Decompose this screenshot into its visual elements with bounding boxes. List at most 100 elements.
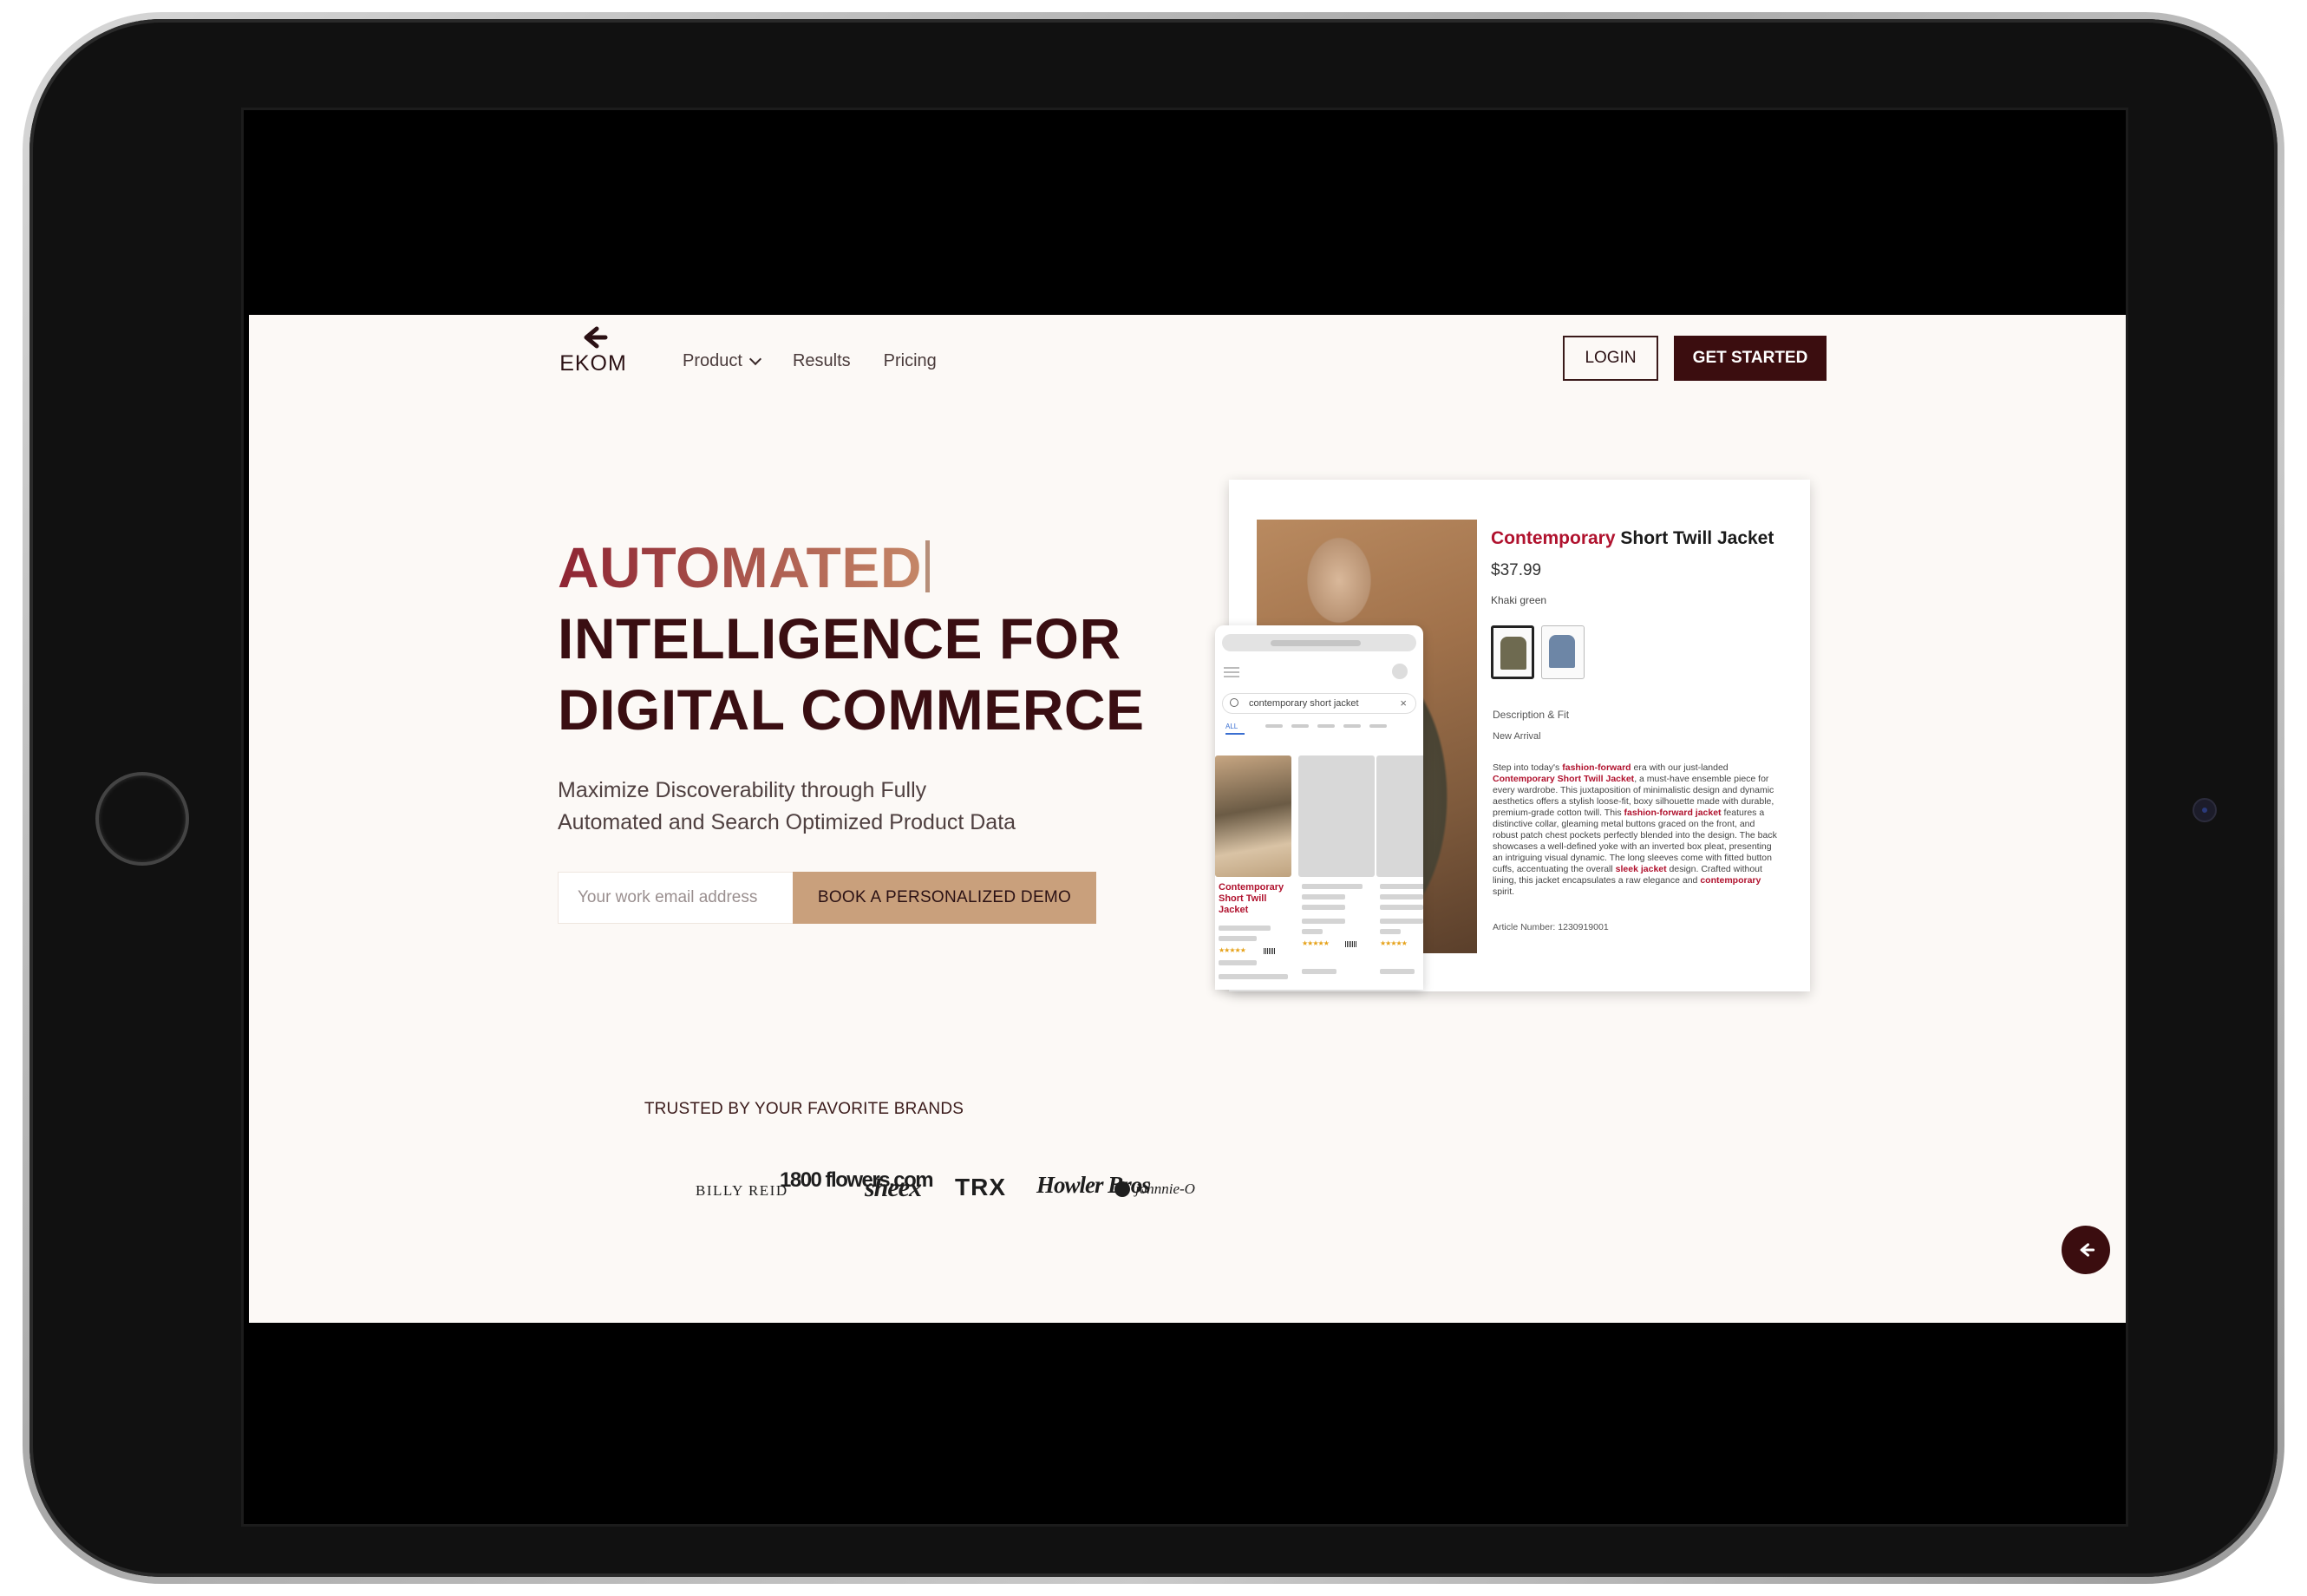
close-icon: ×	[1400, 697, 1407, 710]
get-started-button[interactable]: GET STARTED	[1674, 336, 1827, 381]
main-nav: Product Results Pricing	[683, 351, 937, 371]
desc-keyword: fashion-forward jacket	[1624, 808, 1722, 818]
jacket-thumbnail-icon	[1500, 637, 1526, 670]
phone-tab-all: ALL	[1225, 723, 1238, 730]
rating-stars: ★★★★★	[1302, 939, 1330, 947]
mockup-description-heading: Description & Fit	[1493, 709, 1570, 721]
hero-title-line3: DIGITAL COMMERCE	[558, 677, 1145, 742]
phone-status-bar	[1222, 634, 1416, 651]
search-result-card: ★★★★★	[1298, 755, 1375, 990]
hero-title: AUTOMATED INTELLIGENCE FOR DIGITAL COMME…	[558, 532, 1145, 745]
placeholder-line	[1380, 969, 1415, 974]
trusted-brands-heading: TRUSTED BY YOUR FAVORITE BRANDS	[644, 1100, 964, 1118]
mockup-article-number: Article Number: 1230919001	[1493, 922, 1609, 932]
tablet-bezel: EKOM Product Results Pricing LOGIN GET S	[29, 19, 2278, 1577]
desc-keyword: contemporary	[1700, 875, 1761, 886]
color-swatch-khaki	[1491, 625, 1534, 679]
placeholder-line	[1380, 894, 1423, 899]
nav-product-label: Product	[683, 351, 742, 370]
placeholder-line	[1380, 884, 1423, 889]
placeholder-line	[1380, 919, 1423, 924]
camera-icon	[2193, 798, 2217, 822]
chevron-down-icon	[748, 352, 762, 365]
menu-icon	[1224, 667, 1239, 677]
nav-product[interactable]: Product	[683, 351, 762, 371]
placeholder-line	[1219, 960, 1257, 965]
desc-keyword: Contemporary Short Twill Jacket	[1493, 774, 1635, 784]
phone-tab-placeholder	[1265, 724, 1283, 728]
mockup-new-arrival: New Arrival	[1493, 731, 1541, 742]
mobile-search-mockup: contemporary short jacket × ALL Contempo…	[1215, 625, 1423, 990]
mockup-color-name: Khaki green	[1491, 594, 1547, 606]
chat-launcher-button[interactable]	[2062, 1226, 2110, 1274]
placeholder-line	[1219, 936, 1257, 941]
ekom-logo-icon	[584, 326, 608, 349]
placeholder-line	[1380, 929, 1401, 934]
tablet-frame: EKOM Product Results Pricing LOGIN GET S	[23, 12, 2284, 1584]
desc-text: spirit.	[1493, 886, 1515, 897]
phone-search-query: contemporary short jacket	[1249, 698, 1359, 709]
nav-results[interactable]: Results	[793, 351, 851, 371]
desc-text: era with our just-landed	[1631, 762, 1729, 773]
placeholder-line	[1302, 894, 1345, 899]
jacket-thumbnail-icon	[1549, 635, 1575, 668]
book-demo-button[interactable]: BOOK A PERSONALIZED DEMO	[793, 872, 1096, 924]
search-icon	[1230, 698, 1238, 707]
mockup-product-title: Contemporary Short Twill Jacket	[1491, 528, 1774, 549]
search-result-card: Contemporary Short Twill Jacket ★★★★★	[1215, 755, 1291, 990]
hero-subtitle-line1: Maximize Discoverability through Fully	[558, 778, 927, 802]
phone-tab-underline	[1225, 733, 1245, 735]
placeholder-line	[1219, 974, 1288, 979]
phone-tab-placeholder	[1317, 724, 1335, 728]
hero-subtitle: Maximize Discoverability through Fully A…	[558, 775, 1095, 839]
brand-logo-johnnie-o: johnnie-O	[1114, 1181, 1195, 1198]
johnnie-o-mark-icon	[1114, 1181, 1130, 1197]
result-image	[1215, 755, 1291, 877]
mockup-title-accent: Contemporary	[1491, 528, 1616, 548]
rating-stars: ★★★★★	[1219, 946, 1246, 954]
placeholder-line	[1302, 905, 1345, 910]
login-button[interactable]: LOGIN	[1563, 336, 1658, 381]
placeholder-line	[1302, 969, 1336, 974]
desc-text: Step into today's	[1493, 762, 1563, 773]
brand-logo-trx: TRX	[955, 1174, 1006, 1200]
hero-title-line2: INTELLIGENCE FOR	[558, 606, 1121, 670]
tablet-screen: EKOM Product Results Pricing LOGIN GET S	[241, 108, 2128, 1527]
placeholder-line	[1302, 919, 1345, 924]
result-image-placeholder	[1298, 755, 1375, 877]
nav-pricing[interactable]: Pricing	[884, 351, 937, 371]
mockup-title-rest: Short Twill Jacket	[1615, 528, 1774, 548]
phone-tab-placeholder	[1343, 724, 1361, 728]
ekom-logo[interactable]: EKOM	[554, 325, 632, 376]
search-result-card: ★★★★★	[1376, 755, 1423, 990]
mockup-price: $37.99	[1491, 561, 1542, 579]
ekom-logo-icon	[2080, 1243, 2095, 1257]
home-button[interactable]	[95, 772, 189, 866]
placeholder-line	[1302, 929, 1323, 934]
mockup-description-body: Step into today's fashion-forward era wi…	[1493, 762, 1779, 898]
desc-keyword: fashion-forward	[1562, 762, 1631, 773]
nav-pricing-label: Pricing	[883, 351, 937, 370]
placeholder-line	[1380, 905, 1423, 910]
brand-logo-johnnie-o-text: johnnie-O	[1135, 1181, 1195, 1197]
avatar-icon	[1392, 664, 1408, 679]
color-swatch-blue	[1541, 625, 1585, 679]
barcode-icon	[1264, 948, 1276, 954]
result-product-name: Contemporary Short Twill Jacket	[1219, 882, 1284, 915]
work-email-input[interactable]	[558, 872, 794, 924]
desc-keyword: sleek jacket	[1615, 864, 1667, 874]
logo-text: EKOM	[559, 351, 627, 376]
placeholder-line	[1219, 926, 1271, 931]
typing-cursor	[925, 540, 931, 592]
rating-stars: ★★★★★	[1380, 939, 1408, 947]
brand-logo-billy-reid: BILLY REID	[696, 1182, 788, 1199]
result-image-placeholder	[1376, 755, 1423, 877]
barcode-icon	[1345, 941, 1357, 947]
hero-title-accent: AUTOMATED	[558, 535, 923, 599]
web-page: EKOM Product Results Pricing LOGIN GET S	[249, 315, 2126, 1323]
nav-results-label: Results	[792, 351, 851, 370]
phone-tab-placeholder	[1369, 724, 1387, 728]
phone-tab-placeholder	[1291, 724, 1309, 728]
hero-subtitle-line2: Automated and Search Optimized Product D…	[558, 810, 1016, 834]
placeholder-line	[1302, 884, 1363, 889]
